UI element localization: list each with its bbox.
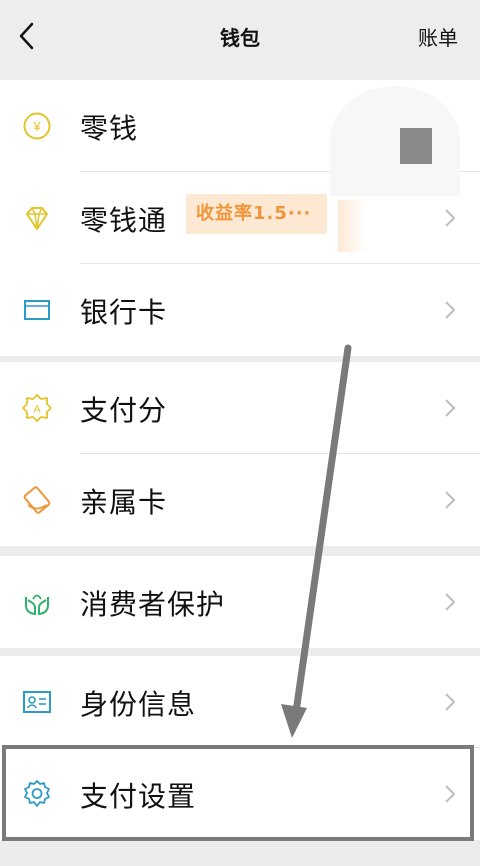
gear-icon [24,780,50,807]
item-label: 身份信息 [80,688,197,721]
item-label: 亲属卡 [80,486,168,519]
item-label: 支付分 [80,394,168,427]
list-item-consumer-protection[interactable]: 消费者保护 [0,556,480,648]
wallet-group-credit: A 支付分 亲属卡 [0,362,480,546]
svg-text:A: A [33,404,41,416]
chevron-right-icon [445,209,456,227]
family-card-icon [23,486,51,514]
chevron-right-icon [445,785,456,803]
overlay-blob [330,86,460,196]
list-item-family-card[interactable]: 亲属卡 [0,454,480,546]
diamond-icon [26,207,48,230]
badge-fade [338,200,366,252]
list-item-payment-settings[interactable]: 支付设置 [0,748,480,840]
item-label: 消费者保护 [80,588,226,621]
svg-text:¥: ¥ [32,119,41,134]
list-item-pay-score[interactable]: A 支付分 [0,362,480,454]
id-card-icon [23,691,51,713]
header-bar: 钱包 账单 [0,0,480,78]
chevron-right-icon [445,693,456,711]
wallet-group-settings: 身份信息 支付设置 [0,656,480,840]
chevron-right-icon [445,301,456,319]
protection-hands-icon [25,594,49,615]
wallet-group-protection: 消费者保护 [0,556,480,648]
item-label: 零钱通 [80,204,168,237]
overlay-square [400,128,432,164]
bill-link[interactable]: 账单 [418,22,458,51]
score-badge-icon: A [22,394,52,422]
coin-icon: ¥ [23,112,51,140]
yield-badge: 收益率1.5··· [186,194,328,234]
chevron-right-icon [445,491,456,509]
list-item-identity-info[interactable]: 身份信息 [0,656,480,748]
card-icon [24,300,50,320]
item-label: 银行卡 [80,296,168,329]
item-label: 零钱 [80,112,139,145]
list-item-bank-card[interactable]: 银行卡 [0,264,480,356]
chevron-right-icon [445,399,456,417]
item-label: 支付设置 [80,780,197,813]
page-title: 钱包 [220,26,260,50]
chevron-right-icon [445,593,456,611]
